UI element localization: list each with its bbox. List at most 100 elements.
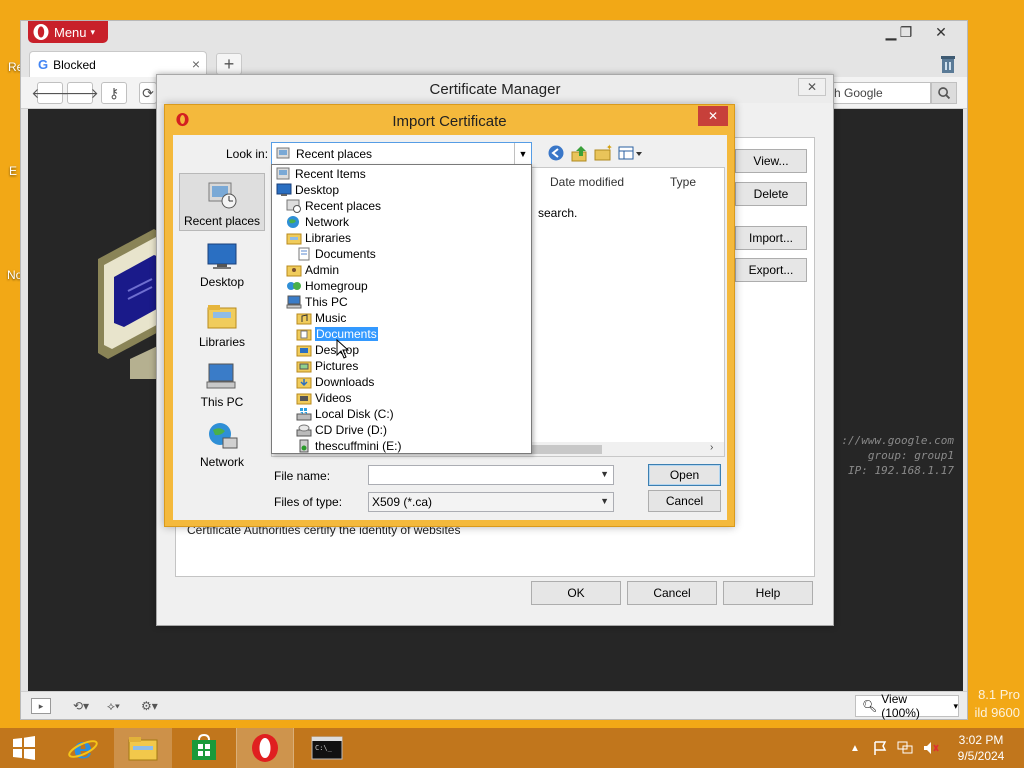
place-label: Recent places — [183, 214, 261, 228]
chevron-down-icon[interactable]: ▼ — [514, 143, 531, 164]
trash-icon[interactable] — [937, 53, 959, 75]
look-in-option[interactable]: Recent places — [286, 198, 381, 214]
delete-button[interactable]: Delete — [735, 182, 807, 206]
look-in-option[interactable]: Videos — [296, 390, 351, 406]
file-name-label: File name: — [274, 469, 331, 483]
export-button[interactable]: Export... — [735, 258, 807, 282]
menu-label: Menu — [54, 24, 87, 40]
zoom-label: View (100%) — [881, 692, 920, 720]
place-label: Libraries — [198, 335, 246, 349]
search-input[interactable]: h Google — [827, 82, 931, 104]
dialog-title: Certificate Manager — [157, 75, 833, 103]
look-in-dropdown-list[interactable]: Recent Items Desktop Recent places Network L… — [271, 164, 532, 454]
import-button[interactable]: Import... — [735, 226, 807, 250]
opera-icon[interactable] — [236, 728, 294, 768]
back-arrow-icon[interactable] — [546, 144, 566, 162]
up-folder-icon[interactable] — [570, 144, 590, 162]
settings-icon[interactable]: ⚙▾ — [141, 698, 158, 714]
cancel-button[interactable]: Cancel — [627, 581, 717, 605]
new-tab-button[interactable]: + — [216, 53, 242, 75]
maximize-button[interactable]: ❐ — [889, 21, 923, 43]
chevron-down-icon: ▾ — [90, 26, 96, 37]
scroll-right-icon[interactable]: › — [710, 442, 713, 453]
look-in-option[interactable]: Libraries — [286, 230, 351, 246]
look-in-option[interactable]: Admin — [286, 262, 339, 278]
user-folder-icon — [286, 263, 302, 277]
look-in-option[interactable]: Recent Items — [276, 166, 366, 182]
tab-close-icon[interactable]: × — [192, 56, 200, 72]
help-button[interactable]: Help — [723, 581, 813, 605]
open-button[interactable]: Open — [648, 464, 721, 486]
back-button[interactable]: 🡐 — [31, 82, 69, 104]
music-folder-icon — [296, 311, 312, 325]
look-in-option[interactable]: Documents — [296, 246, 376, 262]
opera-logo-icon — [32, 23, 50, 41]
start-button[interactable] — [0, 728, 48, 768]
command-prompt-icon[interactable]: C:\_ — [298, 728, 356, 768]
chevron-down-icon[interactable]: ▼ — [600, 469, 609, 479]
look-in-select[interactable]: Recent places ▼ — [271, 142, 532, 165]
zoom-control[interactable]: 🔍︎ View (100%) ▾ — [855, 692, 959, 720]
place-libraries[interactable]: Libraries — [179, 293, 265, 351]
place-this-pc[interactable]: This PC — [179, 353, 265, 411]
recent-items-icon — [276, 167, 292, 181]
files-of-type-select[interactable]: X509 (*.ca) ▼ — [368, 492, 614, 512]
clock-time: 3:02 PM — [958, 733, 1004, 747]
watermark-line: 8.1 Pro — [978, 687, 1020, 702]
new-folder-icon[interactable]: ✦ — [593, 144, 613, 162]
look-in-option[interactable]: Pictures — [296, 358, 358, 374]
internet-explorer-icon[interactable]: e — [54, 728, 112, 768]
view-menu-icon[interactable] — [617, 144, 643, 162]
opera-menu-button[interactable]: Menu ▾ — [28, 21, 108, 43]
look-in-option[interactable]: CD Drive (D:) — [296, 422, 387, 438]
usb-drive-icon — [296, 439, 312, 453]
network-status-icon[interactable] — [896, 728, 916, 768]
chevron-down-icon[interactable]: ▼ — [600, 496, 609, 506]
look-in-option[interactable]: thescuffmini (E:) — [296, 438, 401, 454]
option-label: Network — [305, 215, 350, 229]
reload-button[interactable]: ⟳ — [139, 82, 157, 104]
show-hidden-icons[interactable]: ▲ — [850, 728, 860, 768]
system-clock[interactable]: 3:02 PM 9/5/2024 — [952, 732, 1010, 764]
view-button[interactable]: View... — [735, 149, 807, 173]
look-in-option[interactable]: Local Disk (C:) — [296, 406, 394, 422]
cancel-button[interactable]: Cancel — [648, 490, 721, 512]
place-recent-places[interactable]: Recent places — [179, 173, 265, 231]
look-in-option[interactable]: Network — [286, 214, 349, 230]
forward-button[interactable]: 🡒 — [61, 82, 99, 104]
look-in-option[interactable]: Music — [296, 310, 346, 326]
column-date-modified[interactable]: Date modified — [550, 175, 624, 189]
close-button[interactable]: ✕ — [798, 78, 826, 96]
ok-button[interactable]: OK — [531, 581, 621, 605]
look-in-option[interactable]: This PC — [286, 294, 348, 310]
look-in-option[interactable]: Homegroup — [286, 278, 368, 294]
option-label: Music — [315, 311, 347, 325]
close-window-button[interactable]: ✕ — [924, 21, 958, 43]
place-label: Network — [199, 455, 244, 469]
column-type[interactable]: Type — [670, 175, 696, 189]
place-network[interactable]: Network — [179, 413, 265, 471]
action-center-flag-icon[interactable] — [872, 728, 890, 768]
place-desktop[interactable]: Desktop — [179, 233, 265, 291]
sync-icon[interactable]: ⟲▾ — [73, 698, 89, 714]
files-of-type-value: X509 (*.ca) — [372, 495, 433, 509]
windows-watermark: 8.1 Pro ild 9600 — [960, 686, 1020, 722]
store-icon[interactable] — [175, 728, 233, 768]
close-button[interactable]: ✕ — [698, 106, 728, 126]
look-in-option[interactable]: Desktop — [276, 182, 339, 198]
search-icon[interactable] — [931, 82, 957, 104]
magnifier-icon: 🔍︎ — [862, 699, 878, 713]
this-pc-icon — [286, 295, 302, 309]
option-label: Documents — [315, 247, 376, 261]
panel-toggle-icon[interactable]: ▸ — [31, 698, 51, 714]
scrollbar-thumb[interactable] — [522, 445, 602, 454]
look-in-option[interactable]: Downloads — [296, 374, 374, 390]
desktop-icon-label[interactable]: E — [9, 164, 17, 178]
file-explorer-icon[interactable] — [114, 728, 172, 768]
key-icon[interactable]: ⚷ — [101, 82, 127, 104]
look-in-value: Recent places — [296, 146, 373, 161]
volume-muted-icon[interactable] — [922, 728, 940, 768]
this-pc-icon — [205, 360, 239, 392]
share-icon[interactable]: ⟡▾ — [107, 698, 120, 714]
file-name-input[interactable]: ▼ — [368, 465, 614, 485]
